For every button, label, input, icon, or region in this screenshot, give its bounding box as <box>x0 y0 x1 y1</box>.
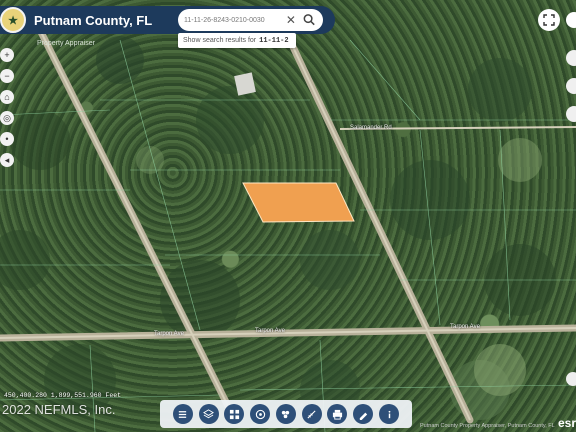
search-icon[interactable] <box>302 12 317 28</box>
map-attribution: Putnam County Property Appraiser, Putnam… <box>420 423 555 429</box>
road-label-tarpon-right: Tarpon Ave <box>450 324 480 330</box>
search-box: ✕ <box>178 9 323 31</box>
list-icon[interactable] <box>172 404 193 424</box>
bookmark-icon[interactable] <box>275 404 296 424</box>
zoom-out-icon[interactable]: − <box>0 69 14 83</box>
clear-search-button[interactable]: ✕ <box>286 13 296 27</box>
tree-canopy <box>0 36 556 420</box>
home-icon[interactable]: ⌂ <box>0 90 14 104</box>
road-label-salamander: Salamander Rd <box>350 125 392 131</box>
suggestion-prefix: Show search results for <box>183 37 257 44</box>
county-seal-icon[interactable]: ★ <box>0 7 26 33</box>
search-input[interactable] <box>184 16 278 24</box>
grid-icon[interactable] <box>224 404 245 424</box>
draw-icon[interactable] <box>353 404 374 424</box>
app-subtitle: Property Appraiser <box>37 40 95 47</box>
about-icon[interactable] <box>379 404 399 424</box>
back-icon[interactable]: ◂ <box>0 153 14 167</box>
esri-logo: esri <box>558 416 576 430</box>
basemap-icon[interactable] <box>250 404 271 424</box>
watermark: 2022 NEFMLS, Inc. <box>2 402 116 417</box>
print-icon[interactable] <box>327 404 348 424</box>
measure-icon[interactable] <box>301 404 322 424</box>
info-icon[interactable]: • <box>0 132 14 146</box>
suggestion-term: 11-11-2 <box>259 36 289 45</box>
tag-icon[interactable] <box>566 106 576 122</box>
map-roads-layer <box>0 26 576 432</box>
locate-icon[interactable]: ◎ <box>0 111 14 125</box>
coordinate-readout: 450,400.280 1,899,551.960 Feet <box>4 392 122 399</box>
fullscreen-icon[interactable] <box>538 9 560 31</box>
satellite-map[interactable]: Salamander Rd Tarpon Ave Tarpon Ave Tarp… <box>0 0 576 432</box>
map-nav-icon[interactable] <box>566 372 576 386</box>
settings-icon[interactable] <box>566 12 576 28</box>
app-title: Putnam County, FL <box>34 12 153 28</box>
right-toolbar <box>566 50 576 134</box>
eye-icon[interactable] <box>566 50 576 66</box>
selected-parcel[interactable] <box>242 182 355 223</box>
bottom-toolbar <box>160 400 412 428</box>
road-label-tarpon-left: Tarpon Ave <box>154 331 184 337</box>
left-toolbar: + − ⌂ ◎ • ◂ <box>0 48 14 174</box>
zoom-in-icon[interactable]: + <box>0 48 14 62</box>
app-header: ★ Putnam County, FL ✕ <box>0 6 335 34</box>
search-suggestion[interactable]: Show search results for 11-11-2 <box>178 33 296 48</box>
road-label-tarpon-mid: Tarpon Ave <box>255 328 285 334</box>
layers-icon[interactable] <box>198 404 219 424</box>
layers-panel-icon[interactable] <box>566 78 576 94</box>
